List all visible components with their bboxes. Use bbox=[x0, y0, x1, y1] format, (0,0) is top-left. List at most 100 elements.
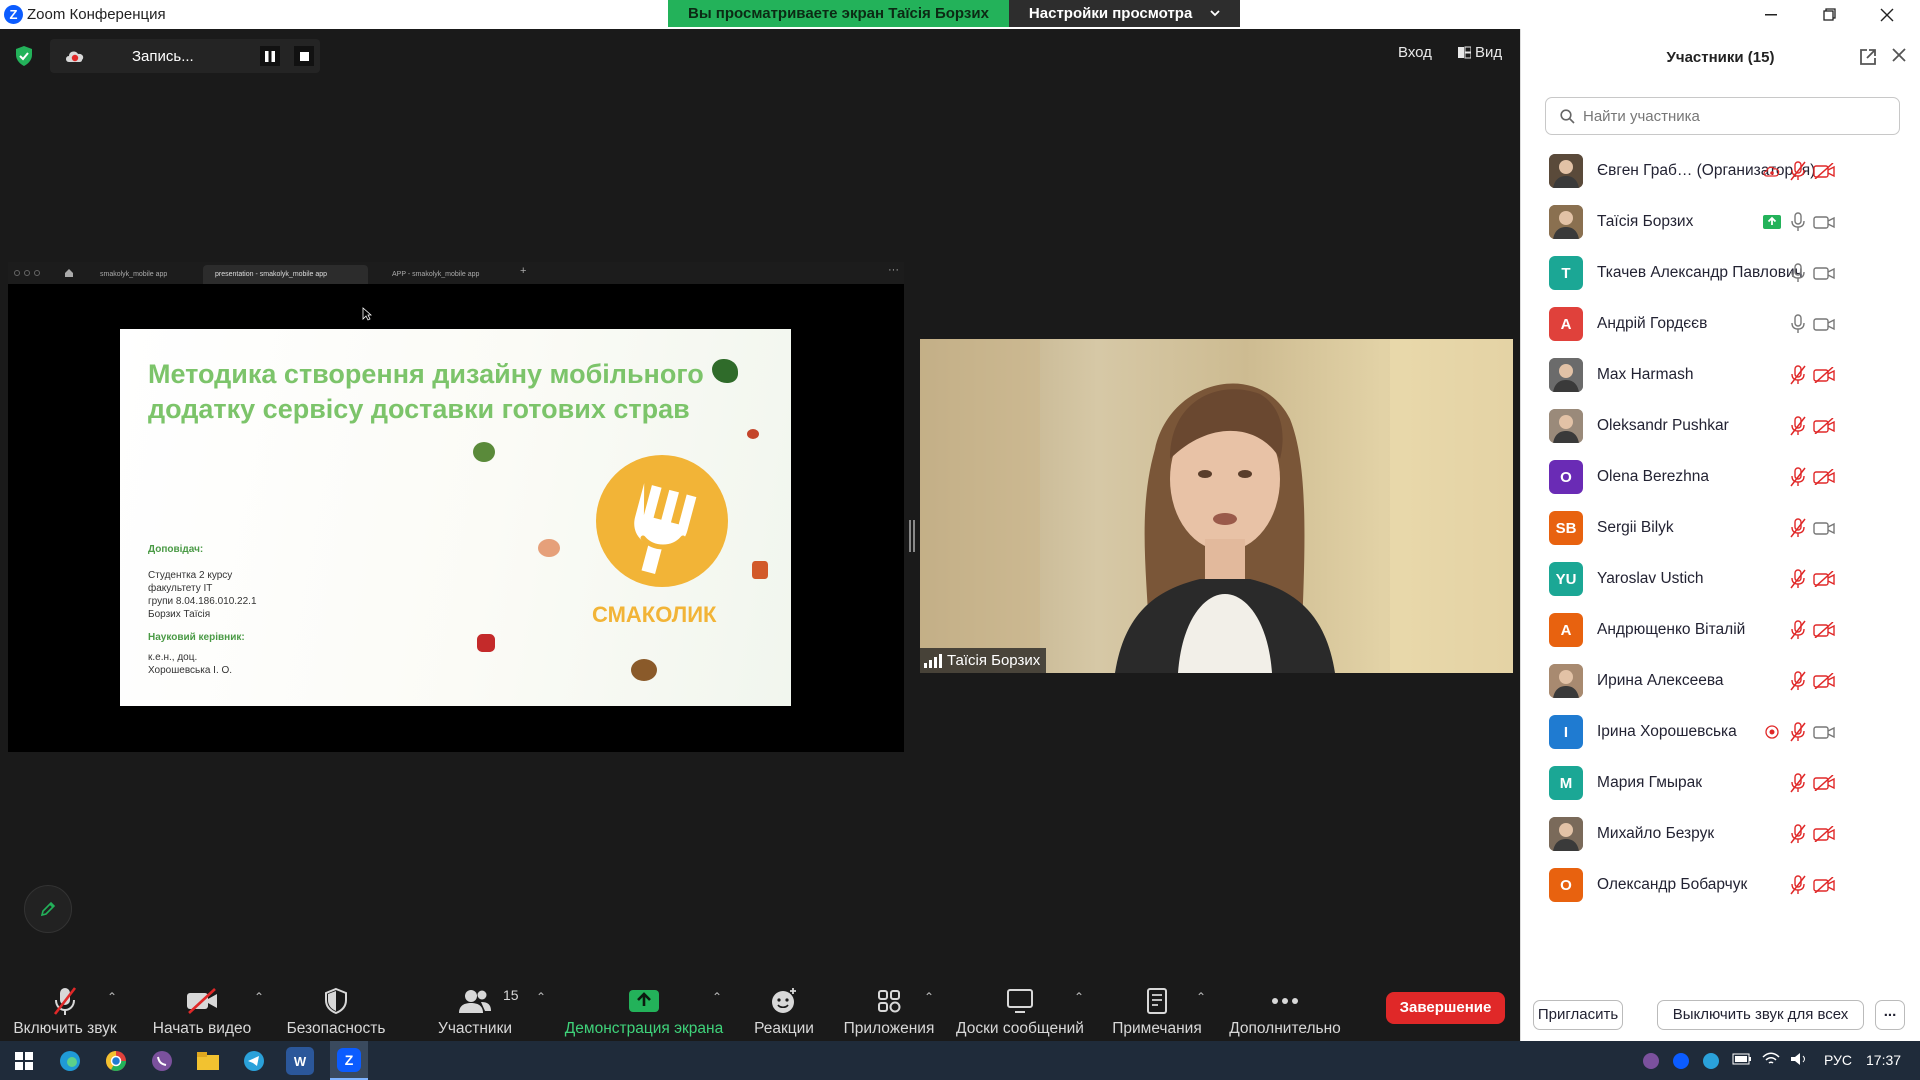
video-off-icon[interactable] bbox=[1813, 823, 1835, 845]
mic-on-icon[interactable] bbox=[1787, 262, 1809, 284]
battery-icon[interactable] bbox=[1732, 1052, 1752, 1068]
browser-tab: smakolyk_mobile app bbox=[100, 271, 168, 278]
video-on-icon[interactable] bbox=[1813, 517, 1835, 539]
participant-row[interactable]: SB Sergii Bilyk bbox=[1521, 503, 1920, 554]
edge-browser-icon[interactable] bbox=[56, 1047, 84, 1075]
mic-muted-icon[interactable] bbox=[1787, 874, 1809, 896]
close-icon bbox=[1880, 8, 1894, 21]
signin-button[interactable]: Вход bbox=[1398, 44, 1432, 61]
whiteboards-options-caret-icon[interactable]: ⌃ bbox=[1074, 990, 1084, 1004]
clock[interactable]: 17:37 bbox=[1866, 1052, 1901, 1068]
participant-row[interactable]: Михайло Безрук bbox=[1521, 809, 1920, 860]
word-icon[interactable]: W bbox=[286, 1047, 314, 1075]
participant-row[interactable]: А Андрій Гордєєв bbox=[1521, 299, 1920, 350]
mic-muted-icon[interactable] bbox=[1787, 619, 1809, 641]
restore-icon bbox=[1822, 8, 1836, 21]
annotate-pencil-button[interactable] bbox=[24, 885, 72, 933]
mic-muted-icon[interactable] bbox=[1787, 415, 1809, 437]
apps-options-caret-icon[interactable]: ⌃ bbox=[924, 990, 934, 1004]
mic-muted-icon[interactable] bbox=[1787, 670, 1809, 692]
more-icon: ··· bbox=[888, 264, 899, 276]
participant-row[interactable]: Max Harmash bbox=[1521, 350, 1920, 401]
notes-options-caret-icon[interactable]: ⌃ bbox=[1196, 990, 1206, 1004]
pause-recording-button[interactable] bbox=[260, 46, 280, 66]
participant-row[interactable]: О Олександр Бобарчук bbox=[1521, 860, 1920, 911]
video-off-icon[interactable] bbox=[1813, 670, 1835, 692]
participant-row[interactable]: Т Ткачев Александр Павлович bbox=[1521, 248, 1920, 299]
panel-more-button[interactable]: ... bbox=[1875, 1000, 1905, 1030]
mic-muted-icon[interactable] bbox=[1787, 466, 1809, 488]
encryption-shield-icon[interactable] bbox=[14, 45, 34, 67]
volume-icon[interactable] bbox=[1790, 1052, 1808, 1069]
stop-recording-button[interactable] bbox=[294, 46, 314, 66]
mic-on-icon[interactable] bbox=[1787, 211, 1809, 233]
mic-muted-icon[interactable] bbox=[1787, 160, 1809, 182]
end-meeting-button[interactable]: Завершение bbox=[1386, 992, 1505, 1024]
close-window-button[interactable] bbox=[1858, 0, 1916, 29]
participant-search-field[interactable] bbox=[1545, 97, 1900, 135]
participant-row[interactable]: Oleksandr Pushkar bbox=[1521, 401, 1920, 452]
mic-muted-icon[interactable] bbox=[1787, 721, 1809, 743]
view-button[interactable]: Вид bbox=[1458, 44, 1502, 61]
viber-icon[interactable] bbox=[148, 1047, 176, 1075]
home-icon bbox=[65, 269, 73, 277]
mic-muted-icon[interactable] bbox=[1787, 823, 1809, 845]
chrome-browser-icon[interactable] bbox=[102, 1047, 130, 1075]
participant-row[interactable]: YU Yaroslav Ustich bbox=[1521, 554, 1920, 605]
mic-on-icon[interactable] bbox=[1787, 313, 1809, 335]
shared-screen: smakolyk_mobile app presentation - smako… bbox=[8, 262, 904, 752]
tray-viber-icon[interactable] bbox=[1642, 1052, 1660, 1073]
view-options-button[interactable]: Настройки просмотра bbox=[1008, 0, 1241, 27]
mic-muted-icon[interactable] bbox=[1787, 364, 1809, 386]
video-off-icon[interactable] bbox=[1813, 568, 1835, 590]
split-view-drag-handle[interactable] bbox=[909, 520, 915, 552]
participant-row[interactable]: Ирина Алексеева bbox=[1521, 656, 1920, 707]
share-options-caret-icon[interactable]: ⌃ bbox=[712, 990, 722, 1004]
participant-row[interactable]: А Андрющенко Віталій bbox=[1521, 605, 1920, 656]
mic-muted-icon[interactable] bbox=[1787, 517, 1809, 539]
video-off-icon[interactable] bbox=[1813, 772, 1835, 794]
participant-avatar bbox=[1549, 205, 1583, 239]
windows-start-icon[interactable] bbox=[10, 1047, 38, 1075]
video-on-icon[interactable] bbox=[1813, 721, 1835, 743]
participants-icon: 15 bbox=[445, 985, 519, 1017]
participant-search-input[interactable] bbox=[1583, 107, 1883, 125]
close-panel-icon[interactable] bbox=[1888, 45, 1910, 67]
mute-all-button[interactable]: Выключить звук для всех bbox=[1657, 1000, 1864, 1030]
wifi-icon[interactable] bbox=[1762, 1052, 1780, 1069]
video-on-icon[interactable] bbox=[1813, 262, 1835, 284]
speaker-video[interactable]: Таїсія Борзих bbox=[920, 339, 1513, 673]
minimize-button[interactable] bbox=[1742, 0, 1800, 29]
participant-row[interactable]: Євген Граб… (Организатор, я) bbox=[1521, 146, 1920, 197]
pause-icon bbox=[265, 50, 275, 62]
participant-row[interactable]: М Мария Гмырак bbox=[1521, 758, 1920, 809]
participant-row[interactable]: І Ірина Хорошевська bbox=[1521, 707, 1920, 758]
participant-avatar: O bbox=[1549, 460, 1583, 494]
telegram-icon[interactable] bbox=[240, 1047, 268, 1075]
invite-button[interactable]: Пригласить bbox=[1533, 1000, 1623, 1030]
video-off-icon[interactable] bbox=[1813, 160, 1835, 182]
input-language[interactable]: РУС bbox=[1824, 1052, 1852, 1068]
popout-icon[interactable] bbox=[1858, 47, 1878, 67]
participant-row[interactable]: O Olena Berezhna bbox=[1521, 452, 1920, 503]
video-off-icon[interactable] bbox=[1813, 415, 1835, 437]
pencil-icon bbox=[40, 901, 56, 917]
tray-zoom-icon[interactable] bbox=[1672, 1052, 1690, 1073]
video-off-icon[interactable] bbox=[1813, 364, 1835, 386]
file-explorer-icon[interactable] bbox=[194, 1047, 222, 1075]
audio-options-caret-icon[interactable]: ⌃ bbox=[107, 990, 117, 1004]
participant-row[interactable]: Таїсія Борзих bbox=[1521, 197, 1920, 248]
video-on-icon[interactable] bbox=[1813, 313, 1835, 335]
mic-muted-icon[interactable] bbox=[1787, 772, 1809, 794]
video-on-icon[interactable] bbox=[1813, 211, 1835, 233]
zoom-taskbar-icon[interactable]: Z bbox=[330, 1041, 368, 1080]
video-off-icon[interactable] bbox=[1813, 619, 1835, 641]
restore-button[interactable] bbox=[1800, 0, 1858, 29]
video-off-icon[interactable] bbox=[1813, 466, 1835, 488]
video-off-icon[interactable] bbox=[1813, 874, 1835, 896]
video-options-caret-icon[interactable]: ⌃ bbox=[254, 990, 264, 1004]
participants-label: Участники bbox=[437, 1020, 513, 1037]
tray-telegram-icon[interactable] bbox=[1702, 1052, 1720, 1073]
mic-muted-icon[interactable] bbox=[1787, 568, 1809, 590]
participants-options-caret-icon[interactable]: ⌃ bbox=[536, 990, 546, 1004]
